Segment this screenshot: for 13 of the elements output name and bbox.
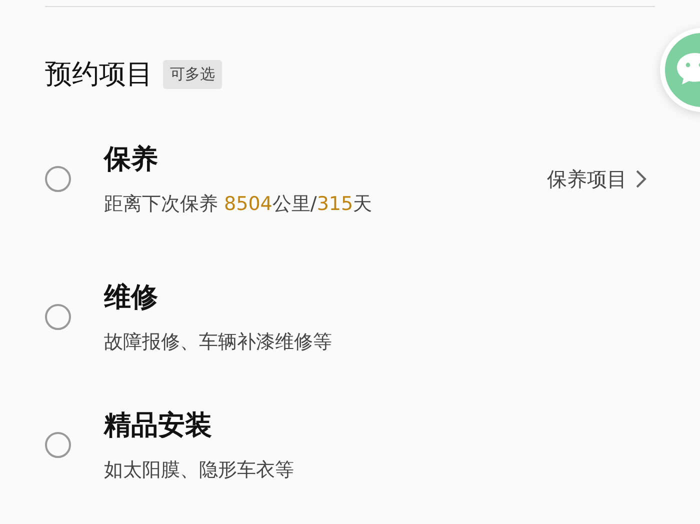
item-description: 如太阳膜、隐形车衣等 xyxy=(104,458,295,483)
item-title: 保养 xyxy=(104,143,159,177)
radio-button[interactable] xyxy=(45,432,71,458)
radio-button[interactable] xyxy=(45,166,71,192)
item-title: 精品安装 xyxy=(104,409,213,443)
radio-button[interactable] xyxy=(45,304,71,330)
multi-select-badge: 可多选 xyxy=(163,60,222,88)
item-description: 距离下次保养 8504公里/315天 xyxy=(104,192,374,217)
details-link[interactable]: 保养项目 xyxy=(547,166,647,192)
item-title: 维修 xyxy=(104,281,159,315)
section-title: 预约项目 xyxy=(45,58,153,92)
item-description: 故障报修、车辆补漆维修等 xyxy=(104,330,333,355)
chevron-right-icon xyxy=(635,169,647,189)
